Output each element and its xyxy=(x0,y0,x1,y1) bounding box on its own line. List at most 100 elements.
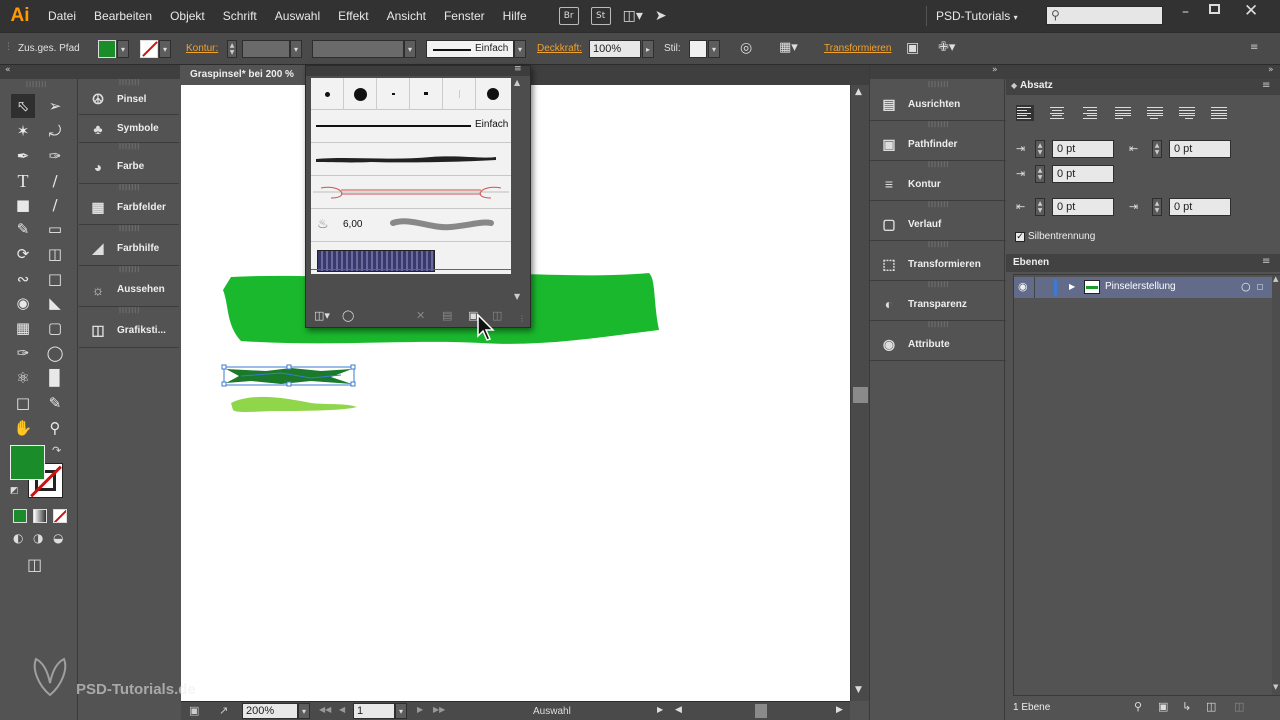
expand-triangle-icon[interactable]: ▶ xyxy=(1069,282,1075,291)
panel-pathfinder[interactable]: ▣ Pathfinder xyxy=(870,128,1006,161)
stroke-weight-stepper[interactable]: ▲ ▼ xyxy=(227,40,237,58)
zoom-tool-icon[interactable]: ⚲ xyxy=(43,416,67,440)
panel-symbole[interactable]: ♣ Symbole xyxy=(79,115,179,143)
target-circle-icon[interactable]: ○ xyxy=(1241,280,1251,293)
brush-definition[interactable]: Einfach xyxy=(426,40,514,58)
eyedropper-tool-icon[interactable]: ✑ xyxy=(11,341,35,365)
rectangle-tool-icon[interactable]: ■ xyxy=(11,193,35,217)
brush-row-einfach[interactable]: Einfach xyxy=(311,110,511,143)
minimize-button[interactable]: – xyxy=(1182,4,1189,20)
scroll-down-icon[interactable]: ▼ xyxy=(855,685,862,695)
justify-left-button[interactable] xyxy=(1114,105,1132,121)
panel-grafikstile[interactable]: ◫ Grafiksti... xyxy=(79,314,179,348)
left-indent-input[interactable]: 0 pt xyxy=(1052,140,1114,158)
next-artboard-icon[interactable]: ▶ xyxy=(417,705,423,714)
justify-all-button[interactable] xyxy=(1210,105,1228,121)
justify-right-button[interactable] xyxy=(1178,105,1196,121)
make-clipping-mask-icon[interactable]: ▣ xyxy=(1158,700,1168,713)
document-tab[interactable]: Graspinsel* bei 200 % xyxy=(181,65,305,85)
panel-verlauf[interactable]: ▢ Verlauf xyxy=(870,208,1006,241)
close-button[interactable]: ✕ xyxy=(1244,1,1258,21)
zoom-input[interactable]: 200% xyxy=(242,703,298,719)
ebenen-tab[interactable]: Ebenen ≡ xyxy=(1006,254,1280,272)
panel-menu-icon[interactable]: ≡ xyxy=(514,64,522,74)
bridge-button[interactable]: Br xyxy=(558,7,579,25)
gradient-mode-button[interactable] xyxy=(33,509,47,523)
color-mode-button[interactable] xyxy=(13,509,27,523)
brush-dot-1[interactable] xyxy=(311,78,344,110)
menu-schrift[interactable]: Schrift xyxy=(223,9,257,23)
stroke-weight-dropdown[interactable]: ▾ xyxy=(290,40,302,58)
justify-center-button[interactable] xyxy=(1146,105,1164,121)
lasso-tool-icon[interactable]: ⤾ xyxy=(43,119,67,143)
menu-hilfe[interactable]: Hilfe xyxy=(503,9,527,23)
artboard-number-input[interactable]: 1 xyxy=(353,703,395,719)
selection-tool-icon[interactable]: ⬁ xyxy=(11,94,35,118)
brush-definition-dropdown[interactable]: ▾ xyxy=(514,40,526,58)
eraser-tool-icon[interactable]: ▭ xyxy=(43,217,67,241)
hyphenation-checkbox[interactable]: ✓ xyxy=(1015,232,1025,242)
collapse-arrows-icon[interactable]: « xyxy=(5,65,11,75)
first-artboard-icon[interactable]: ◀◀ xyxy=(319,705,331,714)
free-transform-tool-icon[interactable]: □ xyxy=(43,267,67,291)
stroke-weight-input[interactable] xyxy=(242,40,290,58)
panel-menu-icon[interactable]: ≡ xyxy=(1250,42,1258,53)
screen-mode-icon[interactable]: ◫ xyxy=(27,555,42,574)
panel-menu-icon[interactable]: ≡ xyxy=(1262,80,1270,91)
brush-row-bristle[interactable]: ♨ 6,00 xyxy=(311,209,511,242)
variable-width-profile[interactable] xyxy=(312,40,404,58)
scroll-up-icon[interactable]: ▲ xyxy=(1273,275,1278,283)
variable-width-dropdown[interactable]: ▾ xyxy=(404,40,416,58)
menu-auswahl[interactable]: Auswahl xyxy=(275,9,320,23)
panel-aussehen[interactable]: ☼ Aussehen xyxy=(79,273,179,307)
brush-library-icon[interactable]: ◫▾ xyxy=(314,309,330,322)
collapse-arrows-icon[interactable]: » xyxy=(1268,65,1274,75)
blend-tool-icon[interactable]: ◯ xyxy=(43,341,67,365)
first-line-indent-stepper[interactable]: ▲ ▼ xyxy=(1035,165,1045,183)
first-line-indent-input[interactable]: 0 pt xyxy=(1052,165,1114,183)
artboard-tool-icon[interactable]: □ xyxy=(11,391,35,415)
brush-dot-2[interactable] xyxy=(344,78,377,110)
brush-row-ribbon[interactable] xyxy=(311,176,511,209)
horizontal-scrollbar[interactable]: ◀ ▶ xyxy=(673,703,849,719)
h-scroll-thumb[interactable] xyxy=(755,704,767,718)
last-artboard-icon[interactable]: ▶▶ xyxy=(433,705,445,714)
kontur-label[interactable]: Kontur: xyxy=(186,43,218,54)
vertical-scrollbar[interactable]: ▲ ▼ xyxy=(850,85,869,701)
space-before-stepper[interactable]: ▲ ▼ xyxy=(1035,198,1045,216)
layer-name[interactable]: Pinselerstellung xyxy=(1105,281,1176,292)
absatz-tab[interactable]: ◆ Absatz ≡ xyxy=(1006,79,1280,95)
layers-scrollbar[interactable]: ▲ ▼ xyxy=(1272,275,1280,695)
status-mode-label[interactable]: Auswahl xyxy=(533,706,571,717)
graphic-style-dropdown[interactable]: ▾ xyxy=(708,40,720,58)
menu-ansicht[interactable]: Ansicht xyxy=(387,9,426,23)
default-colors-icon[interactable]: ◩ xyxy=(10,486,19,496)
panel-farbfelder[interactable]: ▦ Farbfelder xyxy=(79,191,179,225)
brush-dot-6[interactable] xyxy=(476,78,511,110)
brush-dot-5[interactable] xyxy=(443,78,476,110)
draw-normal-icon[interactable]: ◐ xyxy=(13,531,23,545)
prev-artboard-icon[interactable]: ◀ xyxy=(339,705,345,714)
align-left-button[interactable] xyxy=(1016,105,1034,121)
draw-behind-icon[interactable]: ◑ xyxy=(33,531,43,545)
hand-tool-icon[interactable]: ✋ xyxy=(11,416,35,440)
layer-row[interactable]: ◉ ▶ Pinselerstellung ○ xyxy=(1014,277,1272,298)
export-icon[interactable]: ↗ xyxy=(219,704,228,717)
symbol-sprayer-tool-icon[interactable]: ⚛ xyxy=(11,366,35,390)
gradient-tool-icon[interactable]: ▢ xyxy=(43,316,67,340)
direct-selection-tool-icon[interactable]: ➢ xyxy=(43,94,67,118)
panel-farbhilfe[interactable]: ◢ Farbhilfe xyxy=(79,232,179,266)
workspace-switcher[interactable]: PSD-Tutorials ▾ xyxy=(936,9,1018,23)
scroll-down-icon[interactable]: ▼ xyxy=(514,292,520,301)
slice-tool-icon[interactable]: ✎ xyxy=(43,391,67,415)
locate-object-icon[interactable]: ⚲ xyxy=(1134,700,1142,713)
panel-kontur[interactable]: ≡ Kontur xyxy=(870,168,1006,201)
swap-fill-stroke-icon[interactable]: ↷ xyxy=(52,444,61,457)
scroll-left-icon[interactable]: ◀ xyxy=(675,705,682,715)
shape-builder-tool-icon[interactable]: ◉ xyxy=(11,291,35,315)
options-icon[interactable]: ▤ xyxy=(442,309,452,322)
new-sublayer-icon[interactable]: ↳ xyxy=(1182,700,1191,713)
perspective-grid-tool-icon[interactable]: ◣ xyxy=(43,291,67,315)
artboard-nav-icon[interactable]: ▣ xyxy=(189,704,199,717)
deckkraft-label[interactable]: Deckkraft: xyxy=(537,43,582,54)
